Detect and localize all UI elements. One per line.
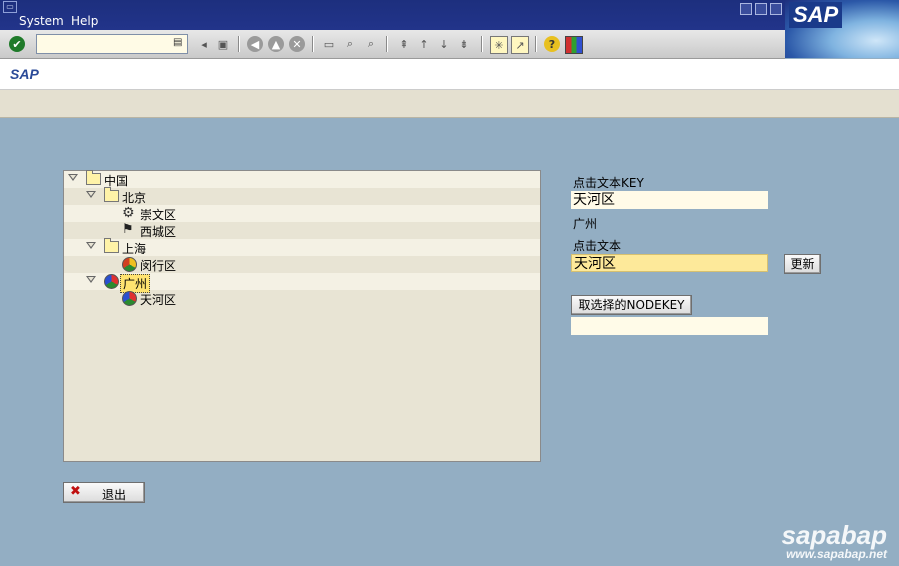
next-page-icon[interactable]: ↓ bbox=[436, 36, 452, 52]
get-nodekey-button[interactable]: 取选择的NODEKEY bbox=[571, 295, 692, 315]
toolbar-separator bbox=[535, 36, 537, 52]
back-icon[interactable]: ◀ bbox=[247, 36, 263, 52]
application-toolbar bbox=[0, 90, 899, 118]
help-icon[interactable]: ? bbox=[544, 36, 560, 52]
maximize-button[interactable] bbox=[755, 3, 767, 15]
title-bar: SAP bbox=[0, 59, 899, 90]
tree-node-label[interactable]: 闵行区 bbox=[140, 257, 176, 274]
folder-icon bbox=[104, 238, 119, 253]
exit-icon: ✖ bbox=[70, 484, 81, 499]
tree-node-label[interactable]: 天河区 bbox=[140, 291, 176, 308]
tree-node[interactable]: 上海 bbox=[64, 238, 540, 257]
expand-icon[interactable] bbox=[68, 174, 78, 181]
close-window-button[interactable] bbox=[770, 3, 782, 15]
tree-node[interactable]: 北京 bbox=[64, 187, 540, 206]
tree-node[interactable]: 闵行区 bbox=[64, 256, 540, 273]
watermark-url: www.sapabap.net bbox=[786, 547, 887, 561]
expand-icon[interactable] bbox=[86, 242, 96, 249]
toolbar-separator bbox=[481, 36, 483, 52]
create-session-icon[interactable]: ✳ bbox=[490, 36, 508, 54]
tree-node-label[interactable]: 西城区 bbox=[140, 223, 176, 240]
minimize-button[interactable] bbox=[740, 3, 752, 15]
ball-icon bbox=[122, 291, 137, 306]
system-menu-icon[interactable]: ▭ bbox=[3, 1, 17, 13]
enter-icon[interactable]: ✔ bbox=[9, 36, 25, 52]
click-key-label: 点击文本KEY bbox=[573, 176, 644, 190]
last-page-icon[interactable]: ⇟ bbox=[456, 36, 472, 52]
toolbar-separator bbox=[312, 36, 314, 52]
click-text-input[interactable]: 天河区 bbox=[571, 254, 768, 272]
prev-page-icon[interactable]: ↑ bbox=[416, 36, 432, 52]
update-button[interactable]: 更新 bbox=[784, 254, 821, 274]
tree-node-selected[interactable]: 广州 bbox=[64, 273, 540, 293]
find-next-icon[interactable]: ⌕ bbox=[363, 36, 379, 52]
parent-text: 广州 bbox=[573, 217, 598, 231]
page-title: SAP bbox=[10, 66, 39, 82]
tree-node[interactable]: 中国 bbox=[64, 170, 540, 188]
folder-icon bbox=[86, 170, 101, 185]
tree-node-label[interactable]: 上海 bbox=[122, 240, 146, 257]
exit-button-label: 退出 bbox=[102, 488, 127, 502]
tree-node[interactable]: ⚙ 崇文区 bbox=[64, 205, 540, 222]
toolbar-separator bbox=[238, 36, 240, 52]
click-text-label: 点击文本 bbox=[573, 239, 622, 253]
tree-node-label[interactable]: 崇文区 bbox=[140, 206, 176, 223]
tree-node-label[interactable]: 北京 bbox=[122, 189, 146, 206]
sap-logo: SAP bbox=[785, 0, 899, 58]
menu-bar: ▭ System Help bbox=[0, 0, 899, 30]
ball-icon bbox=[122, 257, 137, 272]
menu-system[interactable]: System bbox=[19, 14, 64, 28]
tree-node[interactable]: ⚑ 西城区 bbox=[64, 222, 540, 239]
tree-node[interactable]: 天河区 bbox=[64, 290, 540, 307]
cancel-icon[interactable]: ✕ bbox=[289, 36, 305, 52]
toolbar-separator bbox=[386, 36, 388, 52]
save-icon[interactable]: ▣ bbox=[215, 36, 231, 52]
ball-icon bbox=[104, 274, 119, 289]
command-field[interactable]: ▤ bbox=[36, 34, 188, 54]
first-page-icon[interactable]: ⇞ bbox=[396, 36, 412, 52]
expand-icon[interactable] bbox=[86, 276, 96, 283]
exit-icon[interactable]: ▲ bbox=[268, 36, 284, 52]
folder-icon bbox=[104, 187, 119, 202]
command-history-icon[interactable]: ▤ bbox=[173, 37, 183, 49]
standard-toolbar: ✔ ▤ ◂ ▣ ◀ ▲ ✕ ▭ ⌕ ⌕ ⇞ ↑ ↓ ⇟ ✳ ↗ ? bbox=[0, 30, 785, 59]
exit-button[interactable]: ✖ 退出 bbox=[63, 482, 145, 503]
sap-logo-text: SAP bbox=[789, 2, 843, 28]
gear-icon: ⚙ bbox=[122, 205, 135, 221]
expand-icon[interactable] bbox=[86, 191, 96, 198]
layout-menu-icon[interactable] bbox=[565, 36, 583, 54]
menu-help[interactable]: Help bbox=[71, 14, 98, 28]
shortcut-icon[interactable]: ↗ bbox=[511, 36, 529, 54]
click-key-field: 天河区 bbox=[571, 191, 768, 209]
find-icon[interactable]: ⌕ bbox=[342, 36, 358, 52]
flag-icon: ⚑ bbox=[122, 222, 134, 237]
prev-arrow-icon[interactable]: ◂ bbox=[196, 36, 212, 52]
nodekey-field bbox=[571, 317, 768, 335]
tree-control: 中国 北京 ⚙ 崇文区 ⚑ 西城区 上海 闵行区 广州 天河区 bbox=[63, 170, 541, 462]
print-icon[interactable]: ▭ bbox=[321, 36, 337, 52]
